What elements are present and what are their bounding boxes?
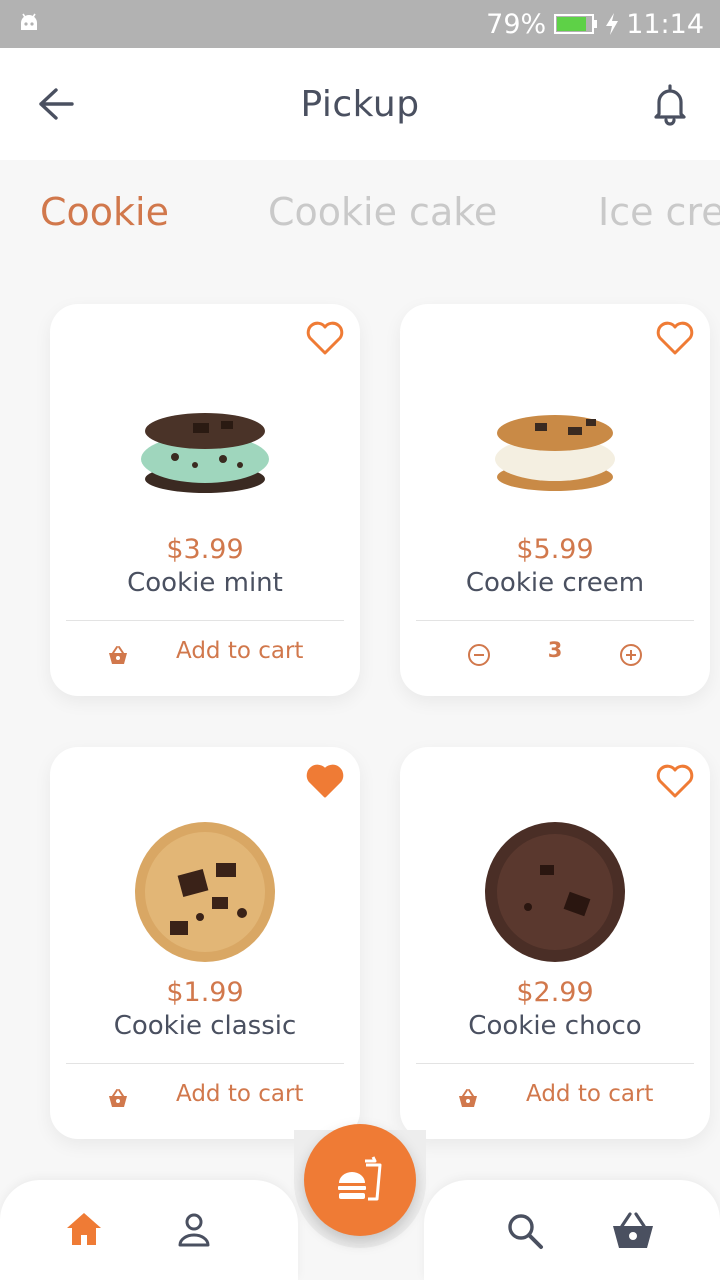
- minus-circle-icon[interactable]: [467, 643, 491, 667]
- heart-filled-icon[interactable]: [304, 761, 346, 801]
- heart-outline-icon[interactable]: [304, 318, 346, 358]
- cookie-classic-image: [135, 822, 275, 962]
- quantity-stepper: 3: [400, 634, 710, 680]
- add-to-cart-row: Add to cart: [50, 1077, 360, 1123]
- basket-icon[interactable]: [456, 1087, 480, 1109]
- product-card[interactable]: $2.99 Cookie choco Add to cart: [400, 747, 710, 1139]
- bottom-nav-left: [0, 1180, 298, 1280]
- cookie-mint-image: [141, 413, 269, 493]
- product-price: $1.99: [166, 977, 244, 1008]
- profile-icon[interactable]: [176, 1212, 212, 1248]
- quantity-value: 3: [547, 638, 563, 662]
- basket-icon[interactable]: [106, 644, 130, 666]
- card-divider: [66, 620, 344, 621]
- cookie-creem-image: [495, 415, 615, 491]
- product-name: Cookie classic: [113, 1011, 297, 1041]
- home-icon[interactable]: [64, 1210, 104, 1248]
- basket-icon[interactable]: [610, 1210, 656, 1250]
- heart-outline-icon[interactable]: [654, 318, 696, 358]
- product-card[interactable]: $3.99 Cookie mint Add to cart: [50, 304, 360, 696]
- product-image: [400, 374, 710, 524]
- bottom-nav-right: [424, 1180, 720, 1280]
- product-price: $5.99: [516, 534, 594, 565]
- search-icon[interactable]: [506, 1212, 544, 1250]
- product-image: [50, 817, 360, 967]
- product-image: [50, 374, 360, 524]
- heart-outline-icon[interactable]: [654, 761, 696, 801]
- product-name: Cookie creem: [465, 568, 645, 598]
- add-to-cart-row: Add to cart: [400, 1077, 710, 1123]
- plus-circle-icon[interactable]: [619, 643, 643, 667]
- add-to-cart-button[interactable]: Add to cart: [526, 1081, 653, 1107]
- product-price: $2.99: [516, 977, 594, 1008]
- product-price: $3.99: [166, 534, 244, 565]
- product-card[interactable]: $1.99 Cookie classic Add to cart: [50, 747, 360, 1139]
- product-grid: $3.99 Cookie mint Add to cart $5.99 Cook…: [0, 0, 720, 1280]
- product-name: Cookie mint: [127, 568, 283, 598]
- add-to-cart-button[interactable]: Add to cart: [176, 638, 303, 664]
- add-to-cart-row: Add to cart: [50, 634, 360, 680]
- product-image: [400, 817, 710, 967]
- cookie-choco-image: [485, 822, 625, 962]
- product-name: Cookie choco: [468, 1011, 642, 1041]
- add-to-cart-button[interactable]: Add to cart: [176, 1081, 303, 1107]
- card-divider: [416, 1063, 694, 1064]
- burger-drink-icon: [338, 1156, 382, 1201]
- menu-fab-button[interactable]: [304, 1124, 416, 1236]
- basket-icon[interactable]: [106, 1087, 130, 1109]
- card-divider: [416, 620, 694, 621]
- card-divider: [66, 1063, 344, 1064]
- product-card[interactable]: $5.99 Cookie creem 3: [400, 304, 710, 696]
